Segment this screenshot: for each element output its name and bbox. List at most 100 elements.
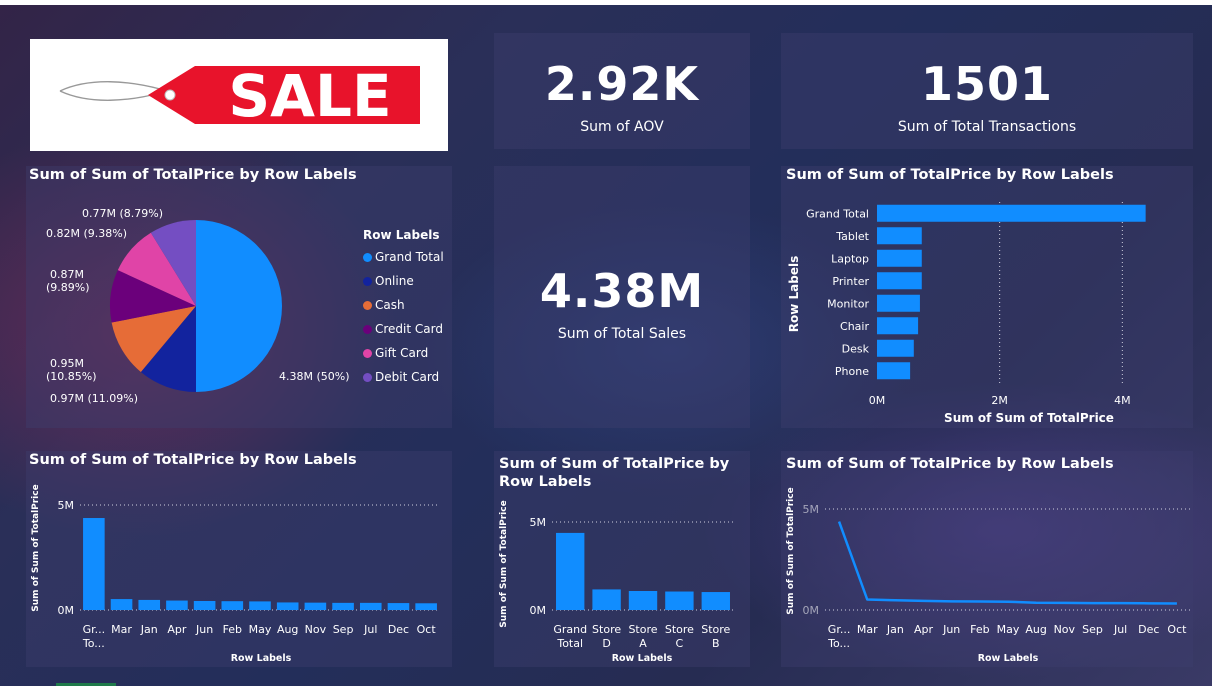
pie-slice-grand-total [196,220,282,392]
x-tick-label: B [712,637,720,650]
y-tick-label: 0M [58,604,75,617]
months-bar-panel[interactable]: Sum of Sum of TotalPrice by Row Labels 0… [26,451,452,667]
pie-chart-panel[interactable]: Sum of Sum of TotalPrice by Row Labels 4… [26,166,452,428]
x-tick-label: Apr [914,623,934,636]
x-tick-label: Gr... [828,623,851,636]
pie-legend-label: Grand Total [375,250,444,264]
x-tick-label: Nov [305,623,327,636]
pie-data-label: 0.87M [50,268,84,281]
legend-dot-icon [363,325,372,334]
legend-dot-icon [363,253,372,262]
pie-legend-item[interactable]: Grand Total [363,250,444,264]
pie-legend-label: Credit Card [375,322,443,336]
x-tick-label: D [602,637,610,650]
pie-data-label: (10.85%) [46,370,97,383]
kpi-value-transactions: 1501 [920,57,1054,111]
x-tick-label: Gr... [83,623,106,636]
x-tick-label: Aug [277,623,298,636]
x-tick-label: C [676,637,684,650]
kpi-card-sales[interactable]: 4.38M Sum of Total Sales [494,166,750,428]
pie-data-label: 0.82M (9.38%) [46,227,127,240]
kpi-value-aov: 2.92K [544,57,700,111]
y-tick-label: 0M [530,604,547,617]
x-tick-label: A [639,637,647,650]
bar [556,532,585,610]
x-tick-label: Jul [1113,623,1127,636]
x-axis-title: Row Labels [612,653,673,664]
x-tick-label: Feb [970,623,989,636]
pie-legend-item[interactable]: Online [363,274,414,288]
kpi-card-transactions[interactable]: 1501 Sum of Total Transactions [781,33,1193,149]
x-tick-label: Sep [333,623,354,636]
bar [877,249,922,267]
pie-data-label: 0.97M (11.09%) [50,392,138,405]
y-tick-label: Printer [832,275,869,288]
x-tick-label: Jan [140,623,158,636]
stores-bar-panel[interactable]: Sum of Sum of TotalPrice by Row Labels 0… [494,451,750,667]
pie-data-label: 0.77M (8.79%) [82,207,163,220]
y-tick-label: Phone [835,365,869,378]
x-tick-label: To... [82,637,105,650]
bar [877,294,920,312]
bar [332,602,354,610]
bar [359,602,382,610]
x-tick-label: Jul [363,623,377,636]
hbar-chart[interactable]: 0M 2M 4M Grand Total Tablet Laptop Printer Moni… [781,166,1193,428]
x-axis-title: Sum of Sum of TotalPrice [944,411,1114,425]
y-tick-label: Tablet [835,230,869,243]
y-tick-label: Desk [842,342,870,355]
bar [221,601,244,610]
bar [701,592,730,610]
months-line-panel[interactable]: Sum of Sum of TotalPrice by Row Labels 0… [781,451,1193,667]
pie-legend-item[interactable]: Credit Card [363,322,443,336]
bar [592,589,621,610]
bar [387,603,410,610]
x-tick-label: Feb [223,623,242,636]
stores-bar-chart[interactable]: 0M5MGrandTotalStoreDStoreAStoreCStoreBRo… [494,451,750,667]
x-tick-label: Apr [167,623,187,636]
kpi-label-aov: Sum of AOV [580,119,664,135]
x-tick-label: Sep [1082,623,1103,636]
x-tick-label: 0M [869,394,886,407]
x-tick-label: Grand [553,623,587,636]
y-axis-title: Sum of Sum of TotalPrice [499,500,509,627]
bar [166,600,188,610]
bar [628,590,658,610]
sale-tag-icon: SALE [59,62,420,130]
bar [193,600,216,610]
kpi-label-sales: Sum of Total Sales [557,326,687,342]
kpi-card-aov[interactable]: 2.92K Sum of AOV [494,33,750,149]
y-tick-label: 0M [803,604,820,617]
bar [877,362,911,380]
bar [276,602,299,610]
pie-chart[interactable]: 4.38M (50%) 0.97M (11.09%) 0.95M(10.85%) 0.… [26,166,452,428]
pie-legend-label: Cash [375,298,405,312]
pie-data-label: (9.89%) [46,281,90,294]
months-bar-chart[interactable]: 0M 5M Gr...To... Mar Jan Apr Jun Feb May Aug Nov Se… [26,451,452,667]
bar [415,603,437,610]
legend-dot-icon [363,277,372,286]
x-tick-label: Oct [1167,623,1187,636]
months-line-chart[interactable]: 0M 5M Gr...To... Mar Jan Apr Jun Feb May Aug Nov Se… [781,451,1193,667]
x-tick-label: Total [556,637,583,650]
pie-legend-label: Debit Card [375,370,440,384]
bar [877,272,922,290]
hbar-chart-panel[interactable]: Sum of Sum of TotalPrice by Row Labels 0… [781,166,1193,428]
legend-dot-icon [363,301,372,310]
pie-data-label: 4.38M (50%) [279,370,350,383]
x-axis-title: Row Labels [978,653,1039,664]
y-tick-label: 5M [58,499,75,512]
x-tick-label: Jan [886,623,904,636]
pie-data-label: 0.95M [50,357,84,370]
pie-legend-item[interactable]: Debit Card [363,370,439,384]
x-tick-label: 2M [991,394,1008,407]
bar [83,518,105,610]
kpi-value-sales: 4.38M [539,264,705,318]
pie-legend-item[interactable]: Cash [363,298,405,312]
x-tick-label: Store [701,623,730,636]
x-tick-label: Store [628,623,657,636]
sale-logo-text: SALE [228,62,391,130]
pie-legend-item[interactable]: Gift Card [363,346,428,360]
y-axis-title: Row Labels [787,256,801,332]
y-tick-label: 5M [530,516,547,529]
